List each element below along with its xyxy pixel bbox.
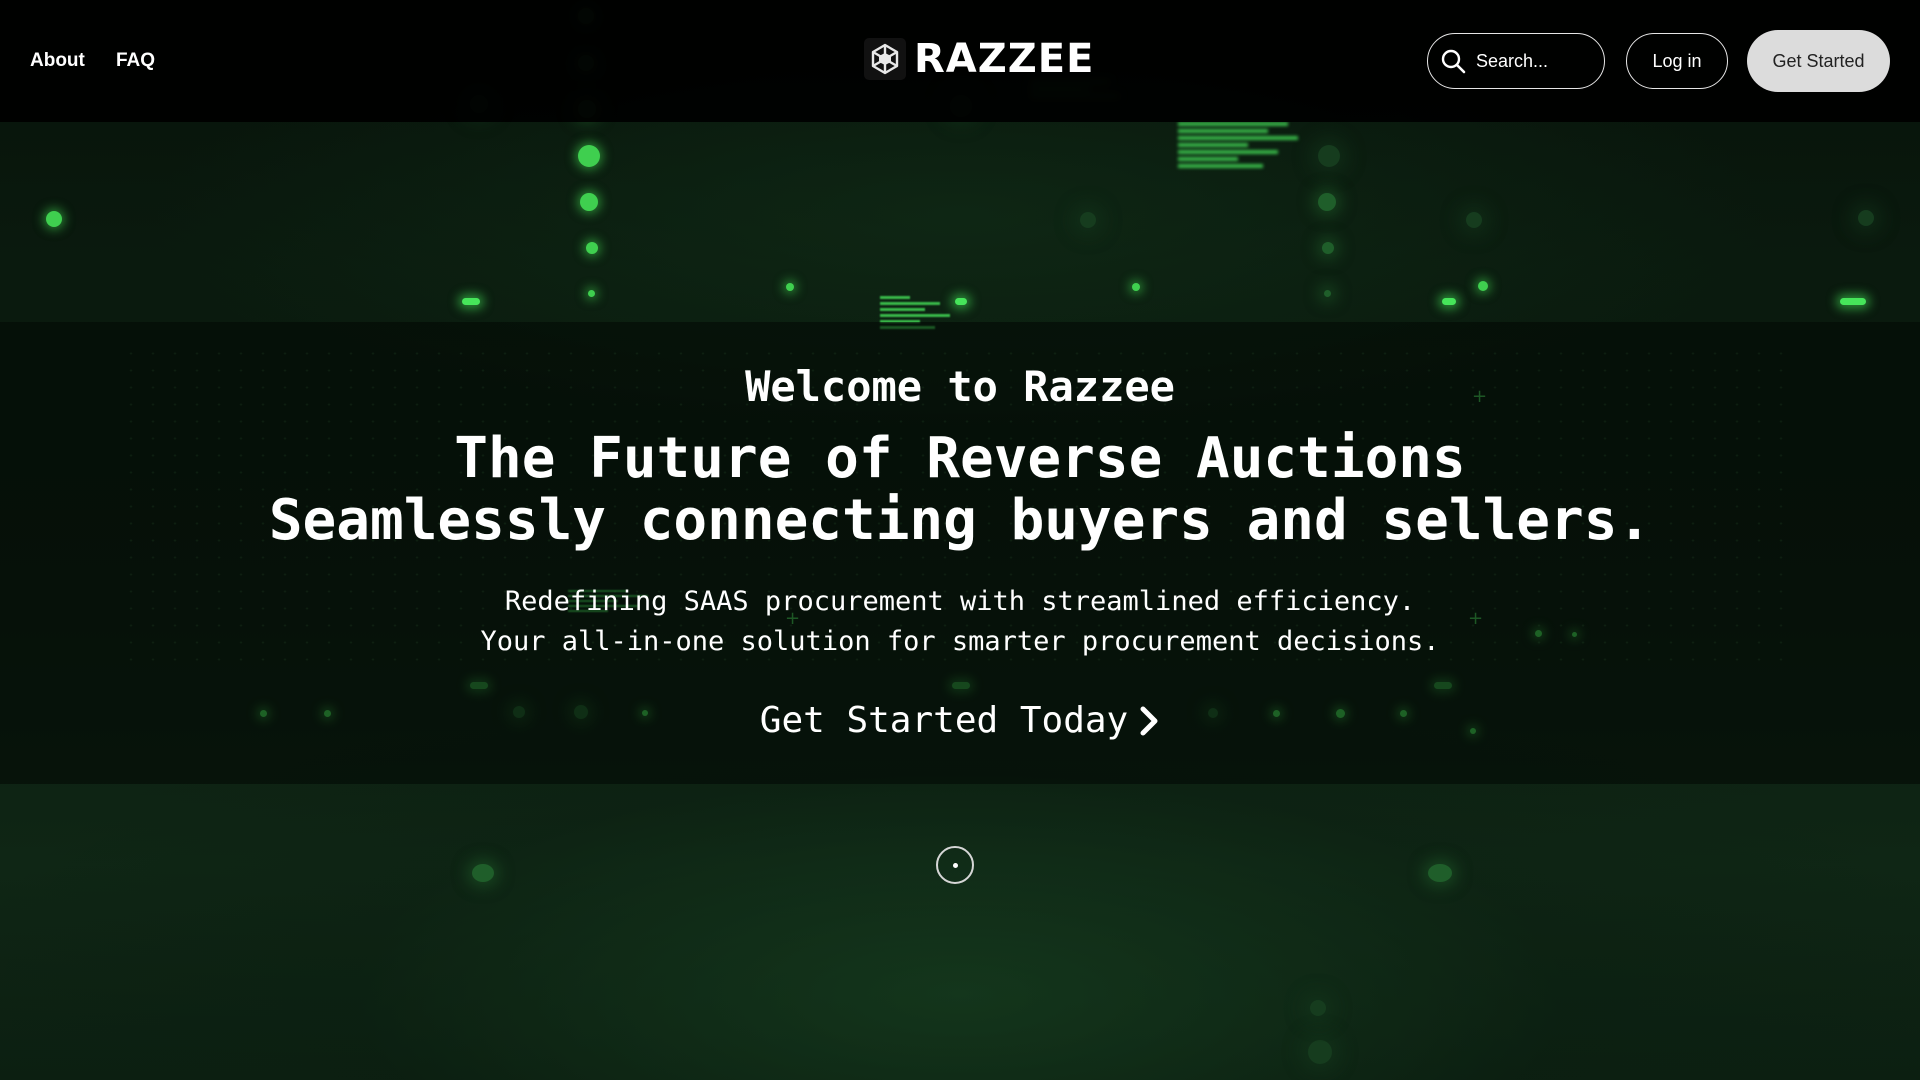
glow-dot bbox=[1318, 145, 1340, 167]
glow-dot bbox=[588, 290, 595, 297]
glow-dot bbox=[1466, 212, 1482, 228]
glow-dot bbox=[1478, 281, 1488, 291]
glow-dash bbox=[1840, 298, 1866, 305]
login-button[interactable]: Log in bbox=[1626, 33, 1728, 89]
glow-dot bbox=[1428, 864, 1452, 882]
glow-dot bbox=[1308, 1040, 1332, 1064]
glow-dot bbox=[1132, 283, 1140, 291]
glow-dot bbox=[1858, 210, 1874, 226]
glow-dot bbox=[46, 211, 62, 227]
cta-label: Get Started Today bbox=[759, 700, 1129, 741]
hero-cta: Get Started Today bbox=[0, 700, 1920, 741]
glow-dot bbox=[472, 864, 494, 882]
hero-headline: The Future of Reverse Auctions Seamlessl… bbox=[0, 428, 1920, 552]
glow-dot bbox=[786, 283, 794, 291]
subtext-line-1: Redefining SAAS procurement with streaml… bbox=[504, 586, 1416, 617]
code-snippet-glow bbox=[1178, 122, 1298, 168]
get-started-button[interactable]: Get Started bbox=[1747, 30, 1890, 92]
headline-line-2: Seamlessly connecting buyers and sellers… bbox=[268, 488, 1652, 553]
site-header: About FAQ RAZZEE Search... Log in Get St… bbox=[0, 0, 1920, 122]
nav-faq-link[interactable]: FAQ bbox=[116, 50, 155, 72]
chevron-right-icon bbox=[1140, 706, 1158, 735]
glow-dot bbox=[1318, 193, 1336, 211]
scroll-indicator-dot bbox=[952, 862, 958, 868]
glow-dash bbox=[955, 298, 967, 305]
search-icon bbox=[1441, 49, 1466, 74]
subtext-line-2: Your all-in-one solution for smarter pro… bbox=[480, 626, 1440, 657]
hero-welcome: Welcome to Razzee bbox=[745, 362, 1175, 411]
scroll-indicator-icon[interactable] bbox=[936, 846, 974, 884]
search-field[interactable] bbox=[1427, 33, 1605, 89]
search-input[interactable] bbox=[1474, 49, 1598, 73]
landing-page: + + + About FAQ RAZZEE bbox=[0, 0, 1920, 1080]
glow-dot bbox=[580, 193, 598, 211]
glow-dash bbox=[462, 298, 480, 305]
glow-dot bbox=[1322, 242, 1334, 254]
get-started-today-link[interactable]: Get Started Today bbox=[760, 700, 1160, 741]
glow-dot bbox=[578, 145, 600, 167]
logo-wordmark: RAZZEE bbox=[914, 36, 1095, 82]
headline-line-1: The Future of Reverse Auctions bbox=[454, 426, 1466, 491]
hero-subtext: Redefining SAAS procurement with streaml… bbox=[0, 582, 1920, 662]
glow-dash bbox=[1442, 298, 1456, 305]
site-logo[interactable]: RAZZEE bbox=[864, 36, 1094, 82]
glow-dot bbox=[1080, 212, 1096, 228]
glow-dot bbox=[1324, 290, 1331, 297]
glow-dot bbox=[1310, 1000, 1326, 1016]
glow-dot bbox=[586, 242, 598, 254]
razzee-logo-icon bbox=[864, 38, 906, 80]
nav-about-link[interactable]: About bbox=[30, 50, 85, 72]
